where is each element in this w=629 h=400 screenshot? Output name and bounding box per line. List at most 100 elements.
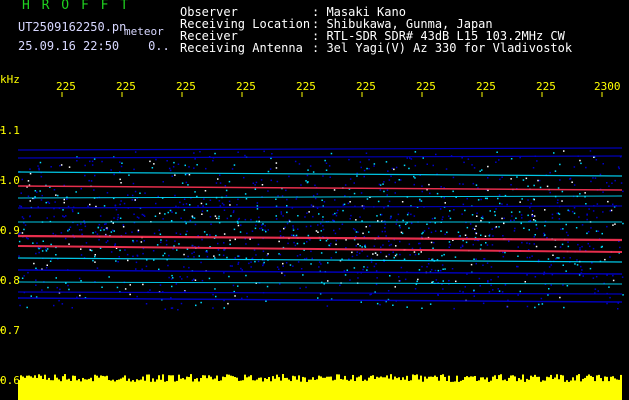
noise-speck (435, 153, 437, 156)
noise-speck (321, 219, 324, 221)
noise-speck (353, 182, 355, 184)
noise-speck (231, 168, 234, 170)
noise-speck (589, 267, 592, 270)
noise-speck (217, 178, 219, 180)
noise-speck (32, 242, 34, 244)
noise-speck (170, 220, 173, 222)
noise-speck (299, 287, 301, 289)
noise-speck (94, 231, 97, 233)
noise-speck (548, 288, 550, 290)
power-bar-segment (116, 380, 118, 400)
x-tick-label: 225 (296, 80, 316, 93)
noise-speck (83, 220, 85, 222)
noise-speck (306, 212, 308, 214)
noise-speck (27, 271, 29, 274)
noise-speck (38, 247, 40, 250)
noise-speck (569, 178, 571, 180)
noise-speck (343, 203, 346, 206)
noise-speck (585, 166, 587, 169)
noise-speck (209, 216, 212, 218)
power-bar-segment (210, 376, 212, 400)
noise-speck (194, 158, 196, 160)
noise-speck (308, 211, 310, 213)
noise-speck (499, 178, 501, 181)
noise-speck (108, 276, 110, 278)
noise-speck (165, 243, 168, 246)
noise-speck (437, 294, 439, 296)
carrier-line (17, 234, 623, 242)
noise-speck (422, 157, 424, 159)
power-bar-segment (360, 375, 362, 400)
noise-speck (194, 223, 197, 226)
noise-speck (608, 185, 610, 187)
power-bar-segment (90, 377, 92, 400)
noise-speck (279, 283, 281, 285)
power-bar-segment (528, 379, 530, 400)
noise-speck (244, 193, 247, 195)
x-tick-label: 225 (56, 80, 76, 93)
power-bar-segment (558, 379, 560, 400)
noise-speck (350, 214, 352, 217)
noise-speck (544, 225, 546, 227)
power-bar-segment (250, 375, 252, 400)
power-bar-segment (578, 374, 580, 400)
power-bar-segment (514, 376, 516, 400)
power-bar-segment (154, 381, 156, 400)
noise-speck (618, 167, 620, 170)
noise-speck (464, 209, 466, 212)
power-bar-segment (68, 378, 70, 400)
noise-speck (223, 307, 225, 309)
noise-speck (122, 226, 125, 228)
noise-speck (388, 244, 391, 247)
power-bar-segment (560, 374, 562, 400)
noise-speck (292, 234, 295, 237)
noise-speck (312, 215, 314, 218)
power-bar-segment (236, 377, 238, 400)
power-bar-segment (232, 376, 234, 400)
power-bar-segment (106, 375, 108, 400)
x-tick-label: 225 (476, 80, 496, 93)
power-bar-segment (398, 377, 400, 400)
noise-speck (55, 254, 57, 256)
power-bar-segment (114, 381, 116, 400)
noise-speck (599, 173, 602, 176)
noise-speck (260, 227, 263, 229)
noise-speck (538, 303, 540, 306)
noise-speck (348, 158, 350, 161)
noise-speck (587, 231, 590, 233)
noise-speck (528, 229, 530, 231)
noise-speck (110, 251, 113, 253)
power-bar-segment (552, 379, 554, 400)
x-tick-label: 225 (116, 80, 136, 93)
noise-speck (237, 218, 240, 221)
noise-speck (310, 250, 312, 253)
noise-speck (256, 205, 259, 207)
power-bar-segment (110, 380, 112, 400)
noise-speck (475, 262, 477, 265)
noise-speck (206, 251, 208, 253)
noise-speck (158, 229, 160, 231)
noise-speck (353, 267, 356, 269)
noise-speck (312, 171, 315, 173)
noise-speck (574, 263, 576, 265)
power-bar-segment (586, 375, 588, 400)
noise-speck (214, 288, 216, 290)
noise-speck (232, 211, 235, 214)
noise-speck (486, 244, 489, 246)
noise-speck (526, 305, 529, 308)
noise-speck (167, 211, 169, 214)
noise-speck (244, 218, 247, 221)
noise-speck (181, 182, 184, 184)
noise-speck (233, 164, 236, 166)
power-bar-segment (308, 379, 310, 400)
noise-speck (543, 232, 545, 235)
noise-speck (81, 233, 83, 236)
noise-speck (72, 210, 74, 213)
noise-speck (60, 232, 63, 234)
power-bar-segment (96, 375, 98, 400)
noise-speck (390, 243, 392, 246)
power-bar-segment (132, 380, 134, 400)
noise-speck (200, 301, 202, 304)
noise-speck (418, 269, 421, 271)
noise-speck (280, 213, 283, 215)
